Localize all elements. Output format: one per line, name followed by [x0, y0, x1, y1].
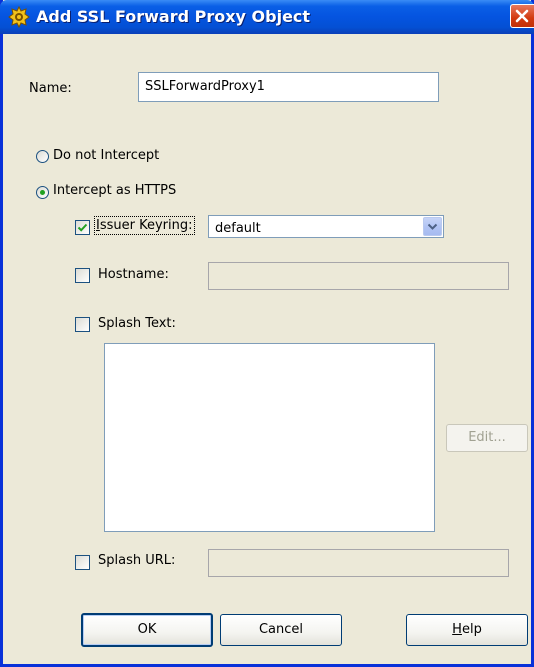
- ok-button-label: OK: [137, 622, 157, 637]
- help-label-rest: elp: [461, 622, 482, 637]
- splash-text-label[interactable]: Splash Text:: [98, 316, 176, 331]
- intercept-https-radio[interactable]: [36, 186, 49, 199]
- splash-url-checkbox[interactable]: [75, 555, 90, 570]
- do-not-intercept-label[interactable]: Do not Intercept: [53, 148, 159, 163]
- edit-button[interactable]: Edit...: [446, 424, 528, 452]
- radio-selected-dot: [40, 190, 45, 195]
- hostname-label[interactable]: Hostname:: [98, 267, 169, 282]
- do-not-intercept-radio[interactable]: [36, 150, 49, 163]
- issuer-keyring-label-rest: ssuer Keyring:: [99, 218, 193, 233]
- hostname-checkbox[interactable]: [75, 268, 90, 283]
- help-button-label: Help: [452, 615, 482, 645]
- edit-button-label: Edit...: [468, 430, 506, 445]
- issuer-keyring-value: default: [215, 221, 261, 236]
- name-input[interactable]: SSLForwardProxy1: [138, 72, 439, 102]
- issuer-keyring-checkbox[interactable]: [75, 220, 90, 235]
- splash-text-checkbox[interactable]: [75, 317, 90, 332]
- help-button[interactable]: Help: [406, 614, 528, 646]
- dropdown-button[interactable]: [423, 217, 442, 236]
- ok-button[interactable]: OK: [81, 613, 213, 647]
- app-gear-icon: [8, 5, 30, 29]
- name-label: Name:: [29, 81, 72, 96]
- splash-url-label[interactable]: Splash URL:: [98, 553, 175, 568]
- hostname-input[interactable]: [208, 262, 509, 290]
- cancel-button-label: Cancel: [258, 622, 304, 637]
- intercept-https-label[interactable]: Intercept as HTTPS: [53, 183, 176, 198]
- splash-url-input[interactable]: [208, 549, 509, 577]
- splash-text-area[interactable]: [104, 343, 435, 532]
- window-title: Add SSL Forward Proxy Object: [36, 7, 311, 26]
- close-button[interactable]: [510, 4, 534, 28]
- issuer-keyring-label[interactable]: Issuer Keyring:: [94, 216, 195, 235]
- cancel-button[interactable]: Cancel: [220, 614, 342, 646]
- issuer-keyring-select[interactable]: default: [208, 215, 444, 238]
- dialog-window: Add SSL Forward Proxy Object Name: SSLFo…: [0, 0, 534, 667]
- help-mnemonic: H: [452, 622, 462, 637]
- name-input-value: SSLForwardProxy1: [145, 79, 265, 94]
- title-bar[interactable]: Add SSL Forward Proxy Object: [0, 0, 534, 34]
